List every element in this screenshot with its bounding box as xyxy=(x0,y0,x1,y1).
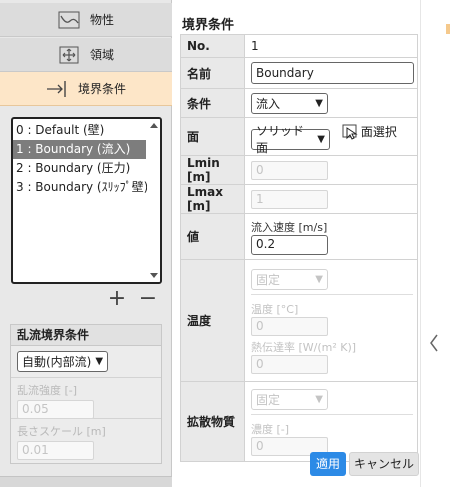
nav-domain[interactable]: 領域 xyxy=(0,38,172,72)
turbulence-intensity-label: 乱流強度 [-] xyxy=(17,384,78,397)
face-value: ソリッド面 xyxy=(256,124,305,156)
nav-more[interactable] xyxy=(0,476,172,487)
lmin-label: Lmin [m] xyxy=(180,155,245,185)
chevron-down-icon: ▼ xyxy=(315,394,323,405)
turbulence-panel: 乱流境界条件 自動(内部流) ▼ 乱流強度 [-] 0.05 長さスケール [m… xyxy=(10,324,162,464)
name-label: 名前 xyxy=(180,57,245,89)
lmin-input[interactable]: 0 xyxy=(251,160,328,180)
turbulence-mode-select[interactable]: 自動(内部流) ▼ xyxy=(17,351,109,372)
domain-icon xyxy=(59,46,79,63)
boundary-arrow-icon xyxy=(46,80,66,97)
edge-accent-mark xyxy=(446,24,450,34)
chevron-left-icon[interactable] xyxy=(427,332,441,354)
diffusion-mode-select[interactable]: 固定 ▼ xyxy=(251,389,328,410)
nav-properties[interactable]: 物性 xyxy=(0,3,172,37)
panel-title: 境界条件 xyxy=(182,18,235,33)
diffusion-mode-value: 固定 xyxy=(256,393,281,407)
panel-edge xyxy=(446,0,450,487)
condition-label: 条件 xyxy=(180,88,245,118)
name-input[interactable]: Boundary xyxy=(251,62,414,84)
lmax-input[interactable]: 1 xyxy=(251,189,328,209)
cancel-button[interactable]: キャンセル xyxy=(349,452,419,476)
turbulence-intensity-input[interactable]: 0.05 xyxy=(17,400,94,419)
boundary-list-item-selected[interactable]: 1 : Boundary (流入) xyxy=(13,140,146,159)
temperature-value-label: 温度 [°C] xyxy=(251,303,299,316)
list-scrollbar[interactable] xyxy=(147,119,160,282)
nav-domain-label: 領域 xyxy=(89,48,114,62)
length-scale-input[interactable]: 0.01 xyxy=(17,441,94,460)
velocity-label: 流入速度 [m/s] xyxy=(251,220,328,234)
scroll-up-icon[interactable] xyxy=(150,123,158,128)
face-select[interactable]: ソリッド面 ▼ xyxy=(251,124,330,155)
condition-select[interactable]: 流入 ▼ xyxy=(251,92,328,114)
boundary-properties-table: No. 1 名前 Boundary 条件 流入 ▼ 面 ソリッド面 ▼ 面選択 … xyxy=(180,34,418,462)
face-label: 面 xyxy=(180,117,245,156)
nav-properties-label: 物性 xyxy=(89,13,114,27)
heat-transfer-label: 熱伝達率 [W/(m² K)] xyxy=(251,341,357,354)
chevron-down-icon: ▼ xyxy=(95,356,104,367)
no-value: 1 xyxy=(244,34,418,58)
nav-boundary-label: 境界条件 xyxy=(77,82,126,96)
remove-boundary-button[interactable]: − xyxy=(138,288,158,310)
condition-value: 流入 xyxy=(256,96,281,111)
diffusion-label: 拡散物質 xyxy=(180,381,245,462)
boundary-list[interactable]: 0 : Default (壁) 1 : Boundary (流入) 2 : Bo… xyxy=(11,117,162,284)
scroll-down-icon[interactable] xyxy=(150,273,158,278)
lmax-label: Lmax [m] xyxy=(180,184,245,214)
boundary-list-item[interactable]: 3 : Boundary (ｽﾘｯﾌﾟ壁) xyxy=(13,178,148,197)
add-boundary-button[interactable]: + xyxy=(107,288,127,310)
turbulence-title: 乱流境界条件 xyxy=(11,325,161,346)
no-label: No. xyxy=(180,34,245,58)
temperature-label: 温度 xyxy=(180,259,245,382)
chart-icon xyxy=(58,11,80,28)
value-label: 値 xyxy=(180,213,245,260)
concentration-label: 濃度 [-] xyxy=(251,423,290,436)
chevron-down-icon: ▼ xyxy=(315,274,323,285)
length-scale-label: 長さスケール [m] xyxy=(17,425,106,438)
boundary-list-item[interactable]: 2 : Boundary (圧力) xyxy=(13,159,146,178)
chevron-down-icon: ▼ xyxy=(317,133,325,145)
collapse-strip xyxy=(420,0,446,487)
temperature-input[interactable]: 0 xyxy=(251,317,328,336)
apply-button[interactable]: 適用 xyxy=(310,452,346,476)
temperature-mode-value: 固定 xyxy=(256,273,281,287)
cursor-select-icon xyxy=(342,124,358,140)
velocity-input[interactable]: 0.2 xyxy=(251,234,328,255)
face-select-button[interactable]: 面選択 xyxy=(342,123,397,140)
boundary-list-item[interactable]: 0 : Default (壁) xyxy=(13,121,146,140)
nav-boundary[interactable]: 境界条件 xyxy=(0,72,172,106)
temperature-mode-select[interactable]: 固定 ▼ xyxy=(251,269,328,290)
turbulence-mode-value: 自動(内部流) xyxy=(22,355,92,369)
face-select-label: 面選択 xyxy=(360,125,397,140)
heat-transfer-input[interactable]: 0 xyxy=(251,355,328,374)
chevron-down-icon: ▼ xyxy=(315,97,323,109)
sidebar: 物性 領域 境界条件 0 : Default (壁) 1 : Boundary … xyxy=(0,0,172,487)
